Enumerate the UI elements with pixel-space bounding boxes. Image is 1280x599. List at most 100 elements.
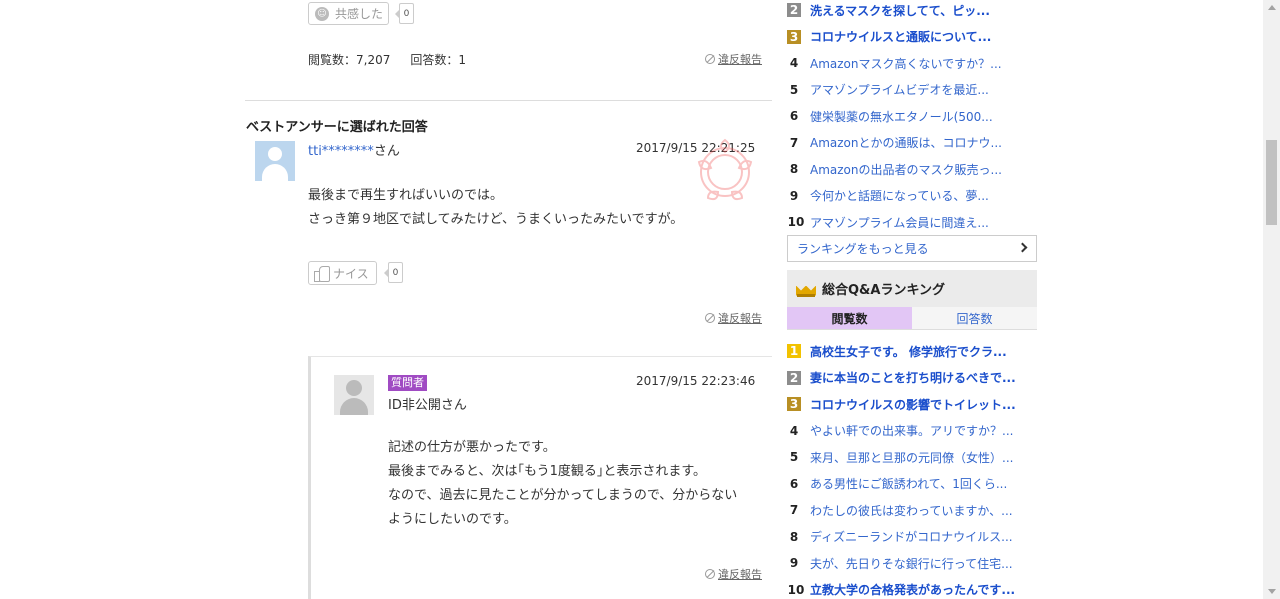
empathy-button[interactable]: ☺ 共感した [308,2,389,25]
ranking-item[interactable]: 10 立教大学の合格発表があったんです... [787,577,1037,599]
ranking-item[interactable]: 10 アマゾンプライム会員に間違え... [787,209,1037,236]
ranking-item[interactable]: 4 Amazonマスク高くないですか？... [787,50,1037,77]
overall-ranking-header: 総合Q&Aランキング [787,270,1037,307]
rank-number: 6 [789,476,799,491]
ranking-link[interactable]: Amazonの出品者のマスク販売っ... [810,161,1002,178]
ranking-link[interactable]: 夫が、先日りそな銀行に行って住宅... [810,555,1013,572]
ranking-item[interactable]: 5 アマゾンプライムビデオを最近... [787,77,1037,104]
asker-avatar [334,375,374,415]
question-report-link[interactable]: 違反報告 [705,51,762,67]
report-label: 違反報告 [718,53,762,66]
rank-number: 3 [787,397,801,412]
ranking-link[interactable]: コロナウイルスの影響でトイレット... [810,396,1016,413]
ranking-link[interactable]: 今何かと話題になっている、夢... [810,187,989,204]
ranking-item[interactable]: 6 健栄製薬の無水エタノール(500... [787,103,1037,130]
ranking-link[interactable]: アマゾンプライムビデオを最近... [810,81,989,98]
rank-number: 10 [787,582,805,597]
rank-number: 3 [787,29,801,44]
scroll-thumb[interactable] [1266,140,1277,225]
ranking-item[interactable]: 4 やよい軒での出来事。アリですか？... [787,418,1037,445]
reply-line: ようにしたいのです。 [388,512,517,527]
view-count: 閲覧数：7,207 [308,53,391,67]
ranking-item[interactable]: 6 ある男性にご飯誘われて、1回くら... [787,471,1037,498]
answerer-name: tti********さん [308,140,400,159]
rank-number: 7 [789,135,799,150]
ranking-item[interactable]: 8 ディズニーランドがコロナウイルス... [787,524,1037,551]
ranking-link[interactable]: Amazonとかの通販は、コロナウ... [810,134,1002,151]
ranking-link[interactable]: 高校生女子です。 修学旅行でクラ... [810,343,1007,360]
nice-button[interactable]: ナイス [308,261,377,285]
ranking-link[interactable]: ディズニーランドがコロナウイルス... [810,528,1013,545]
nice-count: 0 [384,262,403,283]
rank-number: 2 [787,3,801,18]
rank-number: 4 [789,423,799,438]
report-label: 違反報告 [718,568,762,581]
category-ranking-list: 2 洗えるマスクを探してて、ピッ... 3 コロナウイルスと通販について... … [787,0,1037,236]
answer-body: 最後まで再生すればいいのでは。 さっき第９地区で試してみたけど、うまくいったみた… [308,184,683,232]
ranking-item[interactable]: 2 妻に本当のことを打ち明けるべきで... [787,365,1037,392]
rank-number: 2 [787,370,801,385]
ranking-item[interactable]: 3 コロナウイルスの影響でトイレット... [787,391,1037,418]
ranking-item[interactable]: 1 高校生女子です。 修学旅行でクラ... [787,338,1037,365]
ranking-item[interactable]: 9 今何かと話題になっている、夢... [787,183,1037,210]
rank-number: 7 [789,503,799,518]
answerer-avatar[interactable] [255,141,295,181]
answerer-san: さん [373,144,400,159]
best-answer-stamp-icon [697,138,753,201]
ranking-link[interactable]: 来月、旦那と旦那の元同僚（女性）... [810,449,1013,466]
best-answer-heading: ベストアンサーに選ばれた回答 [246,120,428,135]
ranking-link[interactable]: 洗えるマスクを探してて、ピッ... [810,2,990,19]
chevron-right-icon [1017,242,1028,253]
ranking-item[interactable]: 8 Amazonの出品者のマスク販売っ... [787,156,1037,183]
question-stats: 閲覧数：7,207 回答数：1 [308,51,466,68]
rank-number: 9 [789,556,799,571]
ban-icon [705,569,715,579]
ranking-link[interactable]: やよい軒での出来事。アリですか？... [810,422,1013,439]
rank-number: 8 [789,529,799,544]
asker-name: ID非公開さん [388,398,467,413]
rank-number: 8 [789,162,799,177]
reply-line: なので、過去に見たことが分かってしまうので、分からない [388,488,738,503]
overall-ranking-list: 1 高校生女子です。 修学旅行でクラ... 2 妻に本当のことを打ち明けるべきで… [787,338,1037,599]
ranking-item[interactable]: 9 夫が、先日りそな銀行に行って住宅... [787,550,1037,577]
scroll-up-icon[interactable] [1268,5,1276,10]
vertical-scrollbar[interactable] [1263,0,1280,599]
ranking-item[interactable]: 3 コロナウイルスと通販について... [787,24,1037,51]
ranking-link[interactable]: 立教大学の合格発表があったんです... [810,581,1015,598]
rank-number: 5 [789,450,799,465]
rank-number: 5 [789,82,799,97]
ranking-link[interactable]: ある男性にご飯誘われて、1回くら... [810,475,1007,492]
ranking-link[interactable]: 妻に本当のことを打ち明けるべきで... [810,369,1016,386]
answer-report-link[interactable]: 違反報告 [705,310,762,326]
reply-line: 最後までみると、次は｢もう1度観る｣と表示されます。 [388,464,707,479]
empathy-count: 0 [395,3,414,24]
more-ranking-button[interactable]: ランキングをもっと見る [787,235,1037,262]
ranking-item[interactable]: 2 洗えるマスクを探してて、ピッ... [787,0,1037,24]
ranking-link[interactable]: わたしの彼氏は変わっていますか、... [810,502,1013,519]
answerer-link[interactable]: tti******** [308,144,374,159]
thumbs-up-icon [314,266,330,282]
crown-icon [796,280,816,298]
ranking-link[interactable]: 健栄製薬の無水エタノール(500... [810,108,993,125]
overall-ranking-title: 総合Q&Aランキング [822,283,946,298]
ranking-link[interactable]: Amazonマスク高くないですか？... [810,55,1002,72]
reply-body: 記述の仕方が悪かったです。 最後までみると、次は｢もう1度観る｣と表示されます。… [388,436,737,532]
scroll-down-icon[interactable] [1268,589,1276,594]
ranking-item[interactable]: 7 Amazonとかの通販は、コロナウ... [787,130,1037,157]
ranking-link[interactable]: アマゾンプライム会員に間違え... [810,214,989,231]
nice-label: ナイス [333,266,369,281]
rank-number: 10 [787,215,805,230]
answer-line: 最後まで再生すればいいのでは。 [308,188,504,203]
section-divider [245,100,772,101]
ban-icon [705,313,715,323]
smile-face-icon: ☺ [315,6,329,21]
tab-views[interactable]: 閲覧数 [787,307,912,330]
ranking-item[interactable]: 7 わたしの彼氏は変わっていますか、... [787,497,1037,524]
reply-report-link[interactable]: 違反報告 [705,566,762,582]
rank-number: 4 [789,56,799,71]
main-content: ☺ 共感した 0 閲覧数：7,207 回答数：1 違反報告 ベストアンサーに選ば… [0,0,780,599]
ranking-item[interactable]: 5 来月、旦那と旦那の元同僚（女性）... [787,444,1037,471]
tab-answers[interactable]: 回答数 [912,307,1037,330]
ranking-link[interactable]: コロナウイルスと通販について... [810,28,991,45]
more-ranking-label: ランキングをもっと見る [797,242,929,256]
